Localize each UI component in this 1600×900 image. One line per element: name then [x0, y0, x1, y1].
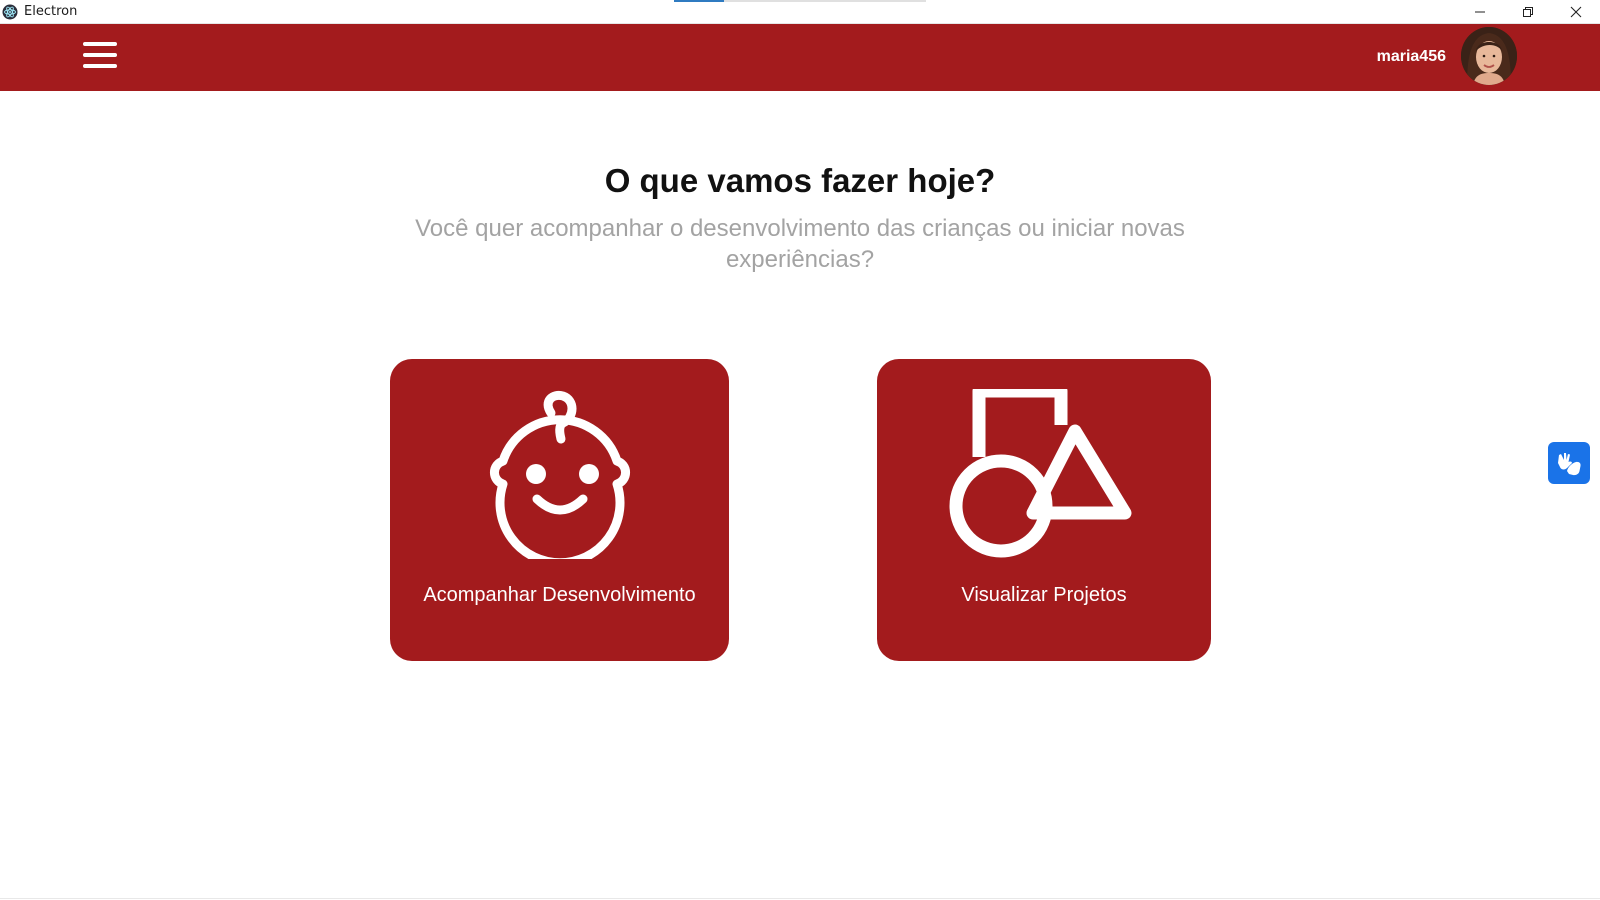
sign-language-accessibility-button[interactable] — [1548, 442, 1590, 484]
view-projects-label: Visualizar Projetos — [961, 584, 1127, 606]
bottom-divider — [0, 898, 1600, 899]
loading-progress-fill — [674, 0, 725, 2]
restore-icon — [1523, 7, 1533, 17]
track-development-card[interactable]: Acompanhar Desenvolvimento — [390, 359, 729, 661]
window-controls — [1456, 0, 1600, 24]
window-title: Electron — [24, 4, 78, 19]
view-projects-card[interactable]: Visualizar Projetos — [877, 359, 1211, 661]
close-icon — [1570, 6, 1582, 18]
track-development-label: Acompanhar Desenvolvimento — [423, 584, 696, 606]
close-button[interactable] — [1552, 0, 1600, 24]
username-label[interactable]: maria456 — [1377, 48, 1446, 66]
avatar-portrait-icon — [1461, 27, 1517, 85]
restore-button[interactable] — [1504, 0, 1552, 24]
app-header: maria456 — [0, 24, 1600, 91]
sign-language-hands-icon — [1558, 453, 1581, 476]
page-subtitle: Você quer acompanhar o desenvolvimento d… — [415, 215, 1185, 273]
hamburger-menu-button[interactable] — [81, 40, 117, 70]
electron-app-icon — [2, 4, 18, 20]
minimize-icon — [1475, 11, 1485, 13]
hamburger-menu-icon-bar — [83, 42, 117, 46]
shapes-icon — [949, 384, 1139, 564]
page-title: O que vamos fazer hoje? — [604, 162, 996, 199]
baby-face-icon — [465, 389, 655, 568]
window-titlebar: Electron — [0, 0, 1600, 24]
hamburger-menu-icon-bar — [83, 53, 117, 57]
hamburger-menu-icon-bar — [83, 64, 117, 68]
minimize-button[interactable] — [1456, 0, 1504, 24]
user-avatar[interactable] — [1461, 27, 1517, 85]
loading-progress-bar — [674, 0, 926, 2]
